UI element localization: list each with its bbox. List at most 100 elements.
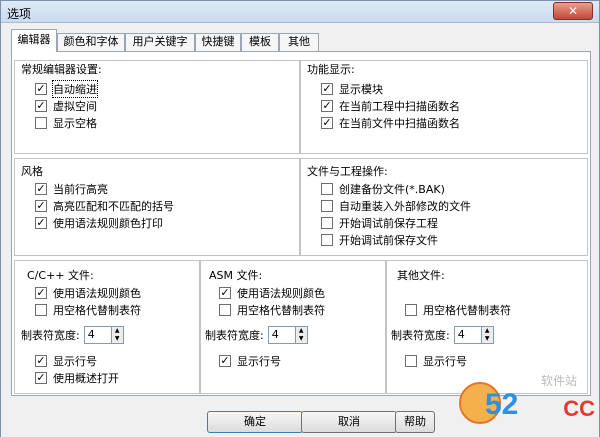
tab-shortcuts[interactable]: 快捷键: [195, 33, 241, 51]
auto-reload-checkbox[interactable]: 自动重装入外部修改的文件: [321, 198, 471, 214]
show-modules-checkbox[interactable]: ✓ 显示模块: [321, 81, 383, 97]
checkbox-box[interactable]: ✓: [35, 200, 47, 212]
tab-templates[interactable]: 模板: [241, 33, 279, 51]
checkbox-box[interactable]: ✓: [321, 100, 333, 112]
checkbox-box[interactable]: ✓: [35, 100, 47, 112]
checkbox-label: 显示模块: [339, 83, 383, 96]
checkbox-label: 自动重装入外部修改的文件: [339, 200, 471, 213]
help-button[interactable]: 帮助: [395, 411, 435, 433]
tab-width-input[interactable]: 4: [453, 326, 482, 344]
checkbox-box[interactable]: ✓: [35, 217, 47, 229]
group-title: ASM 文件:: [207, 267, 265, 283]
cancel-button[interactable]: 取消: [301, 411, 397, 433]
checkbox-label: 用空格代替制表符: [423, 304, 511, 317]
highlight-brackets-checkbox[interactable]: ✓ 高亮匹配和不匹配的括号: [35, 198, 174, 214]
group-title: C/C++ 文件:: [25, 267, 96, 283]
checkbox-label: 显示行号: [237, 355, 281, 368]
checkbox-box[interactable]: [321, 217, 333, 229]
group-title: 文件与工程操作:: [305, 163, 390, 179]
watermark-suffix: CC: [563, 396, 595, 421]
checkbox-box[interactable]: [219, 304, 231, 316]
cpp-outline-open-checkbox[interactable]: ✓ 使用概述打开: [35, 370, 119, 386]
spin-arrows-icon[interactable]: ▲ ▼: [295, 326, 308, 344]
print-syntax-colors-checkbox[interactable]: ✓ 使用语法规则颜色打印: [35, 215, 163, 231]
checkbox-box[interactable]: ✓: [219, 287, 231, 299]
checkbox-label: 使用语法规则颜色: [53, 287, 141, 300]
other-show-line-numbers-checkbox[interactable]: 显示行号: [405, 353, 467, 369]
watermark-number: 52: [485, 388, 519, 421]
tab-width-input[interactable]: 4: [267, 326, 296, 344]
save-file-before-debug-checkbox[interactable]: 开始调试前保存文件: [321, 232, 438, 248]
checkbox-box[interactable]: ✓: [35, 287, 47, 299]
group-cpp-files: C/C++ 文件: ✓ 使用语法规则颜色 用空格代替制表符 制表符宽度: 4 ▲ ▼…: [14, 260, 200, 394]
checkbox-box[interactable]: ✓: [321, 83, 333, 95]
tab-width-label: 制表符宽度:: [21, 329, 80, 342]
auto-indent-checkbox[interactable]: ✓ 自动缩进: [35, 80, 98, 98]
checkbox-label: 开始调试前保存工程: [339, 217, 438, 230]
checkbox-label: 虚拟空间: [53, 100, 97, 113]
checkbox-label: 显示空格: [53, 117, 97, 130]
checkbox-label: 使用语法规则颜色打印: [53, 217, 163, 230]
checkbox-box[interactable]: ✓: [35, 372, 47, 384]
tab-colors-fonts[interactable]: 颜色和字体: [57, 33, 125, 51]
virtual-space-checkbox[interactable]: ✓ 虚拟空间: [35, 98, 97, 114]
tab-editor[interactable]: 编辑器: [11, 29, 57, 52]
highlight-current-line-checkbox[interactable]: ✓ 当前行高亮: [35, 181, 108, 197]
asm-spaces-for-tabs-checkbox[interactable]: 用空格代替制表符: [219, 302, 325, 318]
spin-arrows-icon[interactable]: ▲ ▼: [111, 326, 124, 344]
cpp-spaces-for-tabs-checkbox[interactable]: 用空格代替制表符: [35, 302, 141, 318]
ok-button[interactable]: 确定: [207, 411, 303, 433]
tab-width-input[interactable]: 4: [83, 326, 112, 344]
scan-file-functions-checkbox[interactable]: ✓ 在当前文件中扫描函数名: [321, 115, 460, 131]
asm-syntax-colors-checkbox[interactable]: ✓ 使用语法规则颜色: [219, 285, 325, 301]
checkbox-box[interactable]: [405, 355, 417, 367]
show-spaces-checkbox[interactable]: 显示空格: [35, 115, 97, 131]
checkbox-box[interactable]: [321, 200, 333, 212]
site-watermark: 软件站 52 CC: [459, 372, 599, 436]
save-project-before-debug-checkbox[interactable]: 开始调试前保存工程: [321, 215, 438, 231]
scan-project-functions-checkbox[interactable]: ✓ 在当前工程中扫描函数名: [321, 98, 460, 114]
checkbox-label: 高亮匹配和不匹配的括号: [53, 200, 174, 213]
window-title: 选项: [7, 7, 32, 21]
group-title: 功能显示:: [305, 61, 357, 77]
watermark-top-text: 软件站: [540, 374, 577, 388]
tab-user-keywords[interactable]: 用户关键字: [125, 33, 195, 51]
checkbox-box[interactable]: ✓: [219, 355, 231, 367]
checkbox-label: 创建备份文件(*.BAK): [339, 183, 445, 196]
asm-show-line-numbers-checkbox[interactable]: ✓ 显示行号: [219, 353, 281, 369]
group-file-project-ops: 文件与工程操作: 创建备份文件(*.BAK) 自动重装入外部修改的文件 开始调试…: [300, 158, 588, 256]
checkbox-label: 显示行号: [53, 355, 97, 368]
checkbox-label: 使用概述打开: [53, 372, 119, 385]
cpp-syntax-colors-checkbox[interactable]: ✓ 使用语法规则颜色: [35, 285, 141, 301]
checkbox-box[interactable]: [321, 183, 333, 195]
title-bar: 选项 ✕: [1, 1, 599, 23]
other-tab-width: 制表符宽度: 4 ▲ ▼: [391, 325, 494, 345]
spin-arrows-icon[interactable]: ▲ ▼: [481, 326, 494, 344]
checkbox-label: 用空格代替制表符: [237, 304, 325, 317]
checkbox-box[interactable]: ✓: [321, 117, 333, 129]
group-title: 其他文件:: [395, 267, 447, 283]
checkbox-label: 用空格代替制表符: [53, 304, 141, 317]
checkbox-box[interactable]: ✓: [35, 183, 47, 195]
group-function-display: 功能显示: ✓ 显示模块 ✓ 在当前工程中扫描函数名 ✓ 在当前文件中扫描函数名: [300, 60, 588, 154]
other-spaces-for-tabs-checkbox[interactable]: 用空格代替制表符: [405, 302, 511, 318]
checkbox-box[interactable]: ✓: [35, 355, 47, 367]
create-backup-checkbox[interactable]: 创建备份文件(*.BAK): [321, 181, 445, 197]
options-dialog: 选项 ✕ 编辑器 颜色和字体 用户关键字 快捷键 模板 其他 常规编辑器设置: …: [0, 0, 600, 437]
checkbox-box[interactable]: [35, 117, 47, 129]
group-title: 常规编辑器设置:: [19, 61, 104, 77]
cpp-tab-width: 制表符宽度: 4 ▲ ▼: [21, 325, 124, 345]
group-editor-settings: 常规编辑器设置: ✓ 自动缩进 ✓ 虚拟空间 显示空格: [14, 60, 300, 154]
checkbox-box[interactable]: [35, 304, 47, 316]
checkbox-box[interactable]: [405, 304, 417, 316]
checkbox-label: 显示行号: [423, 355, 467, 368]
asm-tab-width: 制表符宽度: 4 ▲ ▼: [205, 325, 308, 345]
group-asm-files: ASM 文件: ✓ 使用语法规则颜色 用空格代替制表符 制表符宽度: 4 ▲ ▼ ✓…: [200, 260, 386, 394]
tab-other[interactable]: 其他: [279, 33, 319, 51]
close-button[interactable]: ✕: [553, 2, 593, 20]
close-icon: ✕: [567, 4, 579, 18]
tab-width-label: 制表符宽度:: [205, 329, 264, 342]
checkbox-box[interactable]: [321, 234, 333, 246]
checkbox-box[interactable]: ✓: [35, 83, 47, 95]
cpp-show-line-numbers-checkbox[interactable]: ✓ 显示行号: [35, 353, 97, 369]
